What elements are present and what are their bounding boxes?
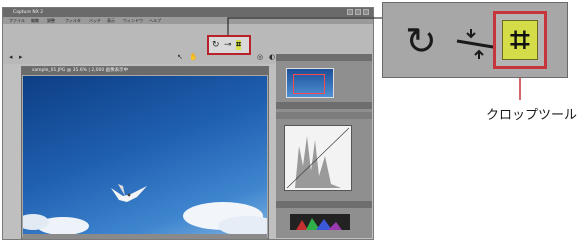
crop-icon[interactable]: ⌗ — [502, 20, 538, 60]
white-balance-icon[interactable] — [455, 23, 495, 61]
crop-tool-highlight: ⌗ — [493, 11, 547, 69]
rotate-icon[interactable]: ↻ — [405, 21, 437, 61]
zoom-callout: ↻ ⌗ — [382, 2, 568, 78]
crop-tool-label: クロップツール — [486, 108, 578, 123]
